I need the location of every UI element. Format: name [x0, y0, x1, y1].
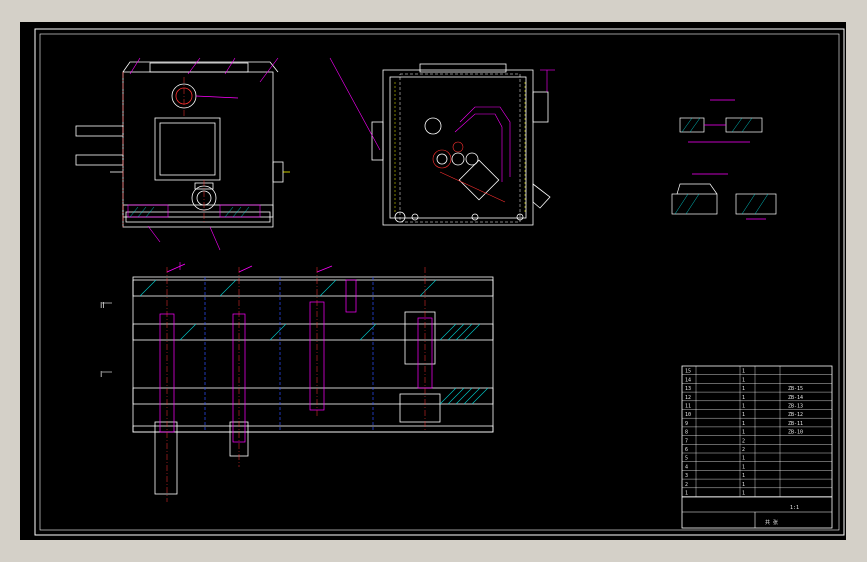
detail-hatch: [674, 117, 769, 215]
title-block: 15 114 113 1 ZB-1512 1 ZB-1411 1 ZB-1310 1 ZB-129 1…: [681, 365, 833, 529]
parts-row-qty: 1: [742, 412, 745, 418]
parts-row-qty: 2: [742, 438, 745, 444]
parts-row-code: ZB-10: [788, 430, 803, 436]
parts-row-qty: 1: [742, 491, 745, 497]
parts-row-qty: 1: [742, 473, 745, 479]
parts-row-qty: 1: [742, 377, 745, 383]
parts-row-number: 14: [685, 377, 691, 383]
parts-row-number: 12: [685, 395, 691, 401]
side-view-yellow: [394, 82, 526, 212]
section-view-bolts: [159, 263, 433, 443]
section-label-lower: I: [100, 370, 102, 379]
parts-row-number: 7: [685, 438, 688, 444]
parts-row-number: 8: [685, 430, 688, 436]
inner-frame: [39, 33, 840, 531]
parts-row-qty: 1: [742, 456, 745, 462]
parts-row-number: 9: [685, 421, 688, 427]
parts-row-qty: 1: [742, 404, 745, 410]
side-view: [371, 63, 551, 226]
front-view-accents: [127, 57, 279, 270]
cad-drawing: II I 15 114 113 1 ZB-1512 1 ZB-1411 1 ZB-1310 1 ZB…: [34, 28, 845, 536]
section-view-hatch: [139, 279, 489, 405]
parts-row-number: 11: [685, 404, 691, 410]
parts-row-number: 13: [685, 386, 691, 392]
parts-row-qty: 1: [742, 386, 745, 392]
title-block-sheet: 共 张: [765, 519, 778, 526]
outer-frame: [34, 28, 845, 536]
cad-viewport[interactable]: II I 15 1 14 1 13 1 ZB-15 12 1 ZB-14 11 1 ZB-13 10 1 ZB…: [20, 22, 846, 540]
section-label-upper: II: [100, 301, 105, 310]
parts-row-qty: 1: [742, 369, 745, 375]
parts-row-qty: 1: [742, 464, 745, 470]
parts-list: 15 114 113 1 ZB-1512 1 ZB-1411 1 ZB-1310 1 ZB-129 1…: [682, 366, 832, 497]
parts-row-qty: 1: [742, 482, 745, 488]
title-block-scale: 1:1: [790, 505, 799, 511]
section-view-hidden: [204, 277, 374, 432]
parts-row-code: ZB-15: [788, 386, 803, 392]
parts-row-code: ZB-11: [788, 421, 803, 427]
parts-row-number: 2: [685, 482, 688, 488]
parts-row-code: ZB-12: [788, 412, 803, 418]
section-view: [132, 276, 494, 495]
parts-row-number: 5: [685, 456, 688, 462]
parts-row-number: 1: [685, 491, 688, 497]
parts-row-qty: 2: [742, 447, 745, 453]
section-markers: [102, 302, 112, 373]
parts-row-number: 10: [685, 412, 691, 418]
detail-view-b: [671, 173, 777, 220]
parts-row-number: 3: [685, 473, 688, 479]
parts-row-code: ZB-14: [788, 395, 803, 401]
front-view: [75, 61, 290, 228]
section-view-centers: [166, 267, 426, 502]
parts-row-qty: 1: [742, 421, 745, 427]
side-view-red: [432, 141, 506, 203]
parts-row-number: 4: [685, 464, 688, 470]
parts-row-number: 6: [685, 447, 688, 453]
parts-row-code: ZB-13: [788, 404, 803, 410]
parts-row-qty: 1: [742, 430, 745, 436]
parts-row-qty: 1: [742, 395, 745, 401]
parts-row-number: 15: [685, 369, 691, 375]
